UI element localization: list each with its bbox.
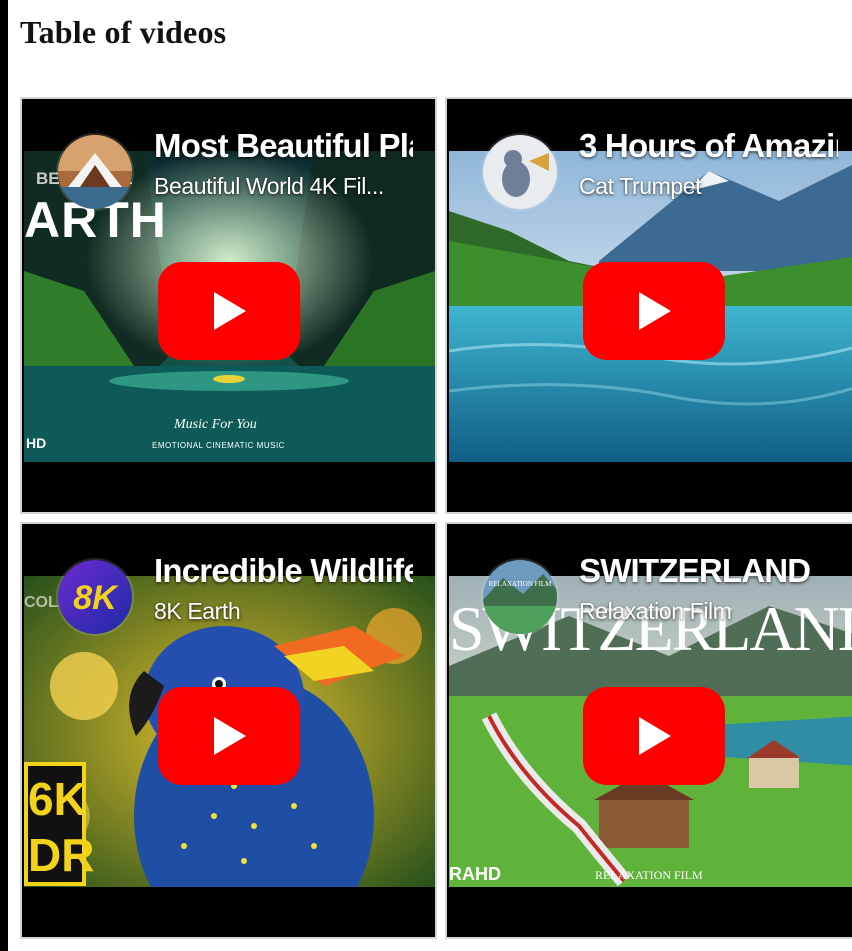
channel-name[interactable]: Cat Trumpet bbox=[579, 173, 838, 200]
video-title[interactable]: SWITZERLAND bbox=[579, 552, 838, 590]
channel-name[interactable]: 8K Earth bbox=[154, 598, 413, 625]
thumbnail-script-text: Music For You bbox=[174, 417, 257, 432]
thumbnail-caption-text: EMOTIONAL CINEMATIC MUSIC bbox=[152, 441, 285, 450]
video-embed-1[interactable]: ARTH BEAUTIFUL HD Music For You EMOTIONA… bbox=[20, 97, 437, 514]
youtube-play-icon[interactable] bbox=[158, 687, 300, 785]
channel-name[interactable]: Beautiful World 4K Fil... bbox=[154, 173, 413, 200]
thumbnail-badge-bottom: DR bbox=[28, 829, 95, 881]
avatar-label: 8K bbox=[73, 579, 119, 617]
youtube-play-icon[interactable] bbox=[158, 262, 300, 360]
video-bottom-bar bbox=[24, 462, 433, 510]
channel-avatar[interactable]: 8K bbox=[56, 558, 134, 636]
thumbnail-footer-text: RELAXATION FILM bbox=[595, 868, 703, 882]
video-embed-4[interactable]: SWITZERLAND RAHD RELAXATION FILM RELAXAT… bbox=[445, 522, 852, 939]
channel-avatar[interactable] bbox=[56, 133, 134, 211]
video-embed-2[interactable]: 3 Hours of Amazing Nature Scenery Cat Tr… bbox=[445, 97, 852, 514]
video-bottom-bar bbox=[24, 887, 433, 935]
page-title: Table of videos bbox=[20, 14, 227, 50]
video-title[interactable]: Most Beautiful Places on Earth bbox=[154, 127, 413, 165]
youtube-play-icon[interactable] bbox=[583, 262, 725, 360]
channel-avatar[interactable] bbox=[481, 133, 559, 211]
thumbnail-corner-text: HD bbox=[26, 435, 47, 451]
thumbnail-corner-text: RAHD bbox=[449, 864, 501, 884]
video-title[interactable]: Incredible Wildlife bbox=[154, 552, 413, 590]
video-bottom-bar bbox=[449, 462, 852, 510]
youtube-play-icon[interactable] bbox=[583, 687, 725, 785]
video-bottom-bar bbox=[449, 887, 852, 935]
video-embed-3[interactable]: 6K DR COLLECTION 8K Incredible Wi bbox=[20, 522, 437, 939]
page: Table of videos ARTH HD Music For You EM… bbox=[8, 0, 852, 951]
channel-name[interactable]: Relaxation Film bbox=[579, 598, 838, 625]
avatar-label: RELAXATION FILM bbox=[489, 580, 553, 588]
channel-avatar[interactable]: RELAXATION FILM bbox=[481, 558, 559, 636]
thumbnail-badge-top: 6K bbox=[28, 773, 87, 825]
video-title[interactable]: 3 Hours of Amazing Nature Scenery bbox=[579, 127, 838, 165]
